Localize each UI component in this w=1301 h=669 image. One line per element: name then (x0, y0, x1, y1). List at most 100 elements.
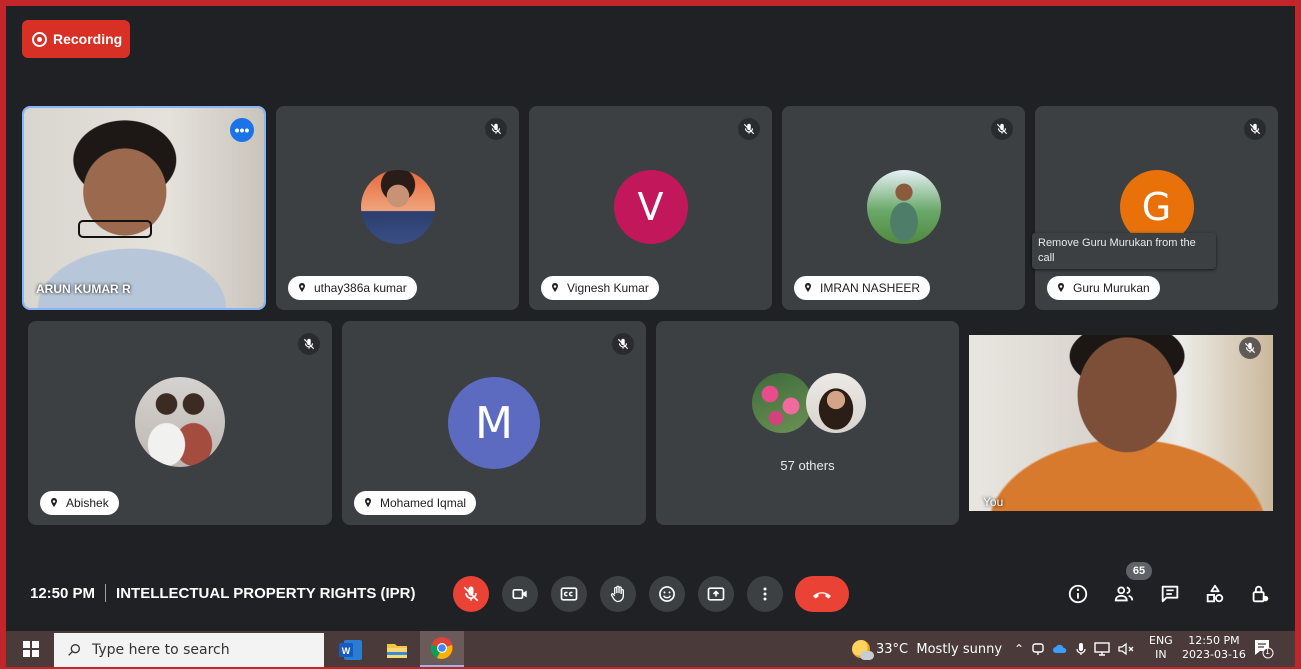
svg-text:W: W (342, 646, 351, 656)
mic-off-icon (298, 333, 320, 355)
hand-icon (610, 585, 624, 603)
search-placeholder: Type here to search (92, 642, 230, 658)
weather-icon (852, 640, 874, 660)
more-options-button[interactable] (747, 576, 783, 612)
captions-icon (560, 587, 578, 601)
clock-date: 2023-03-16 (1182, 648, 1246, 661)
start-button[interactable] (16, 631, 46, 667)
chat-button[interactable] (1158, 582, 1182, 606)
avatar-initial: V (637, 185, 664, 229)
camera-toggle-button[interactable] (502, 576, 538, 612)
meeting-details-button[interactable] (1066, 582, 1090, 606)
clock-time: 12:50 PM (1188, 634, 1240, 647)
emoji-icon (659, 586, 675, 602)
tile-uthay[interactable]: uthay386a kumar (276, 106, 519, 310)
avatar: V (613, 170, 688, 244)
notification-count: 1 (1265, 647, 1271, 656)
mic-toggle-button[interactable] (453, 576, 489, 612)
end-call-button[interactable] (795, 576, 849, 612)
notification-icon (1255, 640, 1274, 659)
folder-icon (387, 644, 407, 658)
mic-off-icon (1244, 118, 1266, 140)
meeting-info: 12:50 PM INTELLECTUAL PROPERTY RIGHTS (I… (30, 584, 416, 602)
host-controls-button[interactable] (1248, 582, 1272, 606)
windows-icon (23, 641, 39, 657)
shapes-icon (1206, 584, 1224, 603)
pin-icon (1058, 283, 1064, 292)
participant-name: Mohamed Iqmal (380, 496, 467, 510)
people-count-badge: 65 (1126, 562, 1152, 580)
name-tag: Mohamed Iqmal (354, 491, 477, 515)
volume-muted-icon[interactable] (1118, 642, 1134, 656)
chevron-up-icon[interactable]: ⌃ (1014, 642, 1024, 656)
participant-name: uthay386a kumar (314, 281, 407, 295)
meeting-time: 12:50 PM (30, 584, 96, 602)
weather-text: 33°C Mostly sunny (876, 641, 1003, 657)
taskbar-clock[interactable]: 12:50 PM 2023-03-16 (1182, 634, 1246, 662)
others-count: 57 others (780, 458, 835, 473)
chat-icon (1161, 585, 1179, 603)
other-avatar (806, 373, 866, 433)
file-explorer-app[interactable] (382, 635, 412, 665)
tile-you[interactable]: You (969, 321, 1273, 525)
word-app[interactable]: W (336, 635, 366, 665)
name-tag: uthay386a kumar (288, 276, 417, 300)
search-icon (68, 644, 80, 656)
lock-person-icon (1252, 585, 1269, 603)
lang-code: ENG (1149, 634, 1173, 647)
tile-others[interactable]: 57 others (656, 321, 959, 525)
name-tag: Abishek (40, 491, 119, 515)
self-label: You (983, 495, 1004, 509)
pin-icon (552, 283, 558, 292)
captions-button[interactable] (551, 576, 587, 612)
raise-hand-button[interactable] (600, 576, 636, 612)
chrome-app[interactable] (420, 631, 464, 667)
chrome-icon (430, 637, 453, 659)
participant-name: IMRAN NASHEER (820, 281, 921, 295)
weather-widget[interactable]: 33°C Mostly sunny (852, 631, 1002, 667)
microphone-icon[interactable] (1076, 642, 1086, 656)
tile-mohamed[interactable]: M Mohamed Iqmal (342, 321, 646, 525)
recording-label: Recording (53, 31, 123, 47)
avatar (360, 170, 435, 244)
divider (105, 584, 107, 602)
word-icon: W (339, 640, 362, 660)
video-detail (78, 220, 152, 238)
system-tray: ⌃ (1014, 631, 1134, 667)
participant-video (24, 108, 264, 308)
people-button[interactable] (1112, 582, 1136, 606)
onedrive-icon[interactable] (1052, 644, 1068, 654)
language-indicator[interactable]: ENG IN (1149, 634, 1173, 662)
name-tag: IMRAN NASHEER (794, 276, 931, 300)
activities-button[interactable] (1203, 582, 1227, 606)
tile-abishek[interactable]: Abishek (28, 321, 332, 525)
remove-participant-tooltip: Remove Guru Murukan from the call (1032, 233, 1216, 269)
avatar-initial: G (1141, 185, 1172, 229)
mic-off-icon (463, 586, 479, 602)
meet-tray-icon[interactable] (1032, 642, 1044, 656)
network-icon[interactable] (1094, 642, 1110, 656)
tile-imran[interactable]: IMRAN NASHEER (782, 106, 1025, 310)
participant-name: Vignesh Kumar (567, 281, 649, 295)
people-icon (1114, 586, 1134, 602)
avatar: M (448, 377, 540, 469)
taskbar-search[interactable]: Type here to search (54, 633, 324, 667)
tile-guru[interactable]: G Guru Murukan (1035, 106, 1278, 310)
tile-vignesh[interactable]: V Vignesh Kumar (529, 106, 772, 310)
tile-arun-kumar[interactable]: ••• ARUN KUMAR R (22, 106, 266, 310)
pin-icon (805, 283, 811, 292)
recording-indicator[interactable]: Recording (22, 20, 130, 58)
phone-hangup-icon (813, 592, 831, 599)
emoji-reaction-button[interactable] (649, 576, 685, 612)
taskbar: Type here to search W 33°C Mostly sunny … (6, 631, 1295, 667)
other-avatar (752, 373, 812, 433)
participant-name: Abishek (66, 496, 109, 510)
mic-off-icon (738, 118, 760, 140)
meet-window: Recording ••• ARUN KUMAR R uthay386a kum… (6, 6, 1295, 631)
mic-off-icon (612, 333, 634, 355)
more-options-icon[interactable]: ••• (230, 118, 254, 142)
notification-center-button[interactable]: 1 (1252, 637, 1274, 659)
pin-icon (51, 498, 57, 507)
name-tag: Vignesh Kumar (541, 276, 659, 300)
present-screen-button[interactable] (698, 576, 734, 612)
